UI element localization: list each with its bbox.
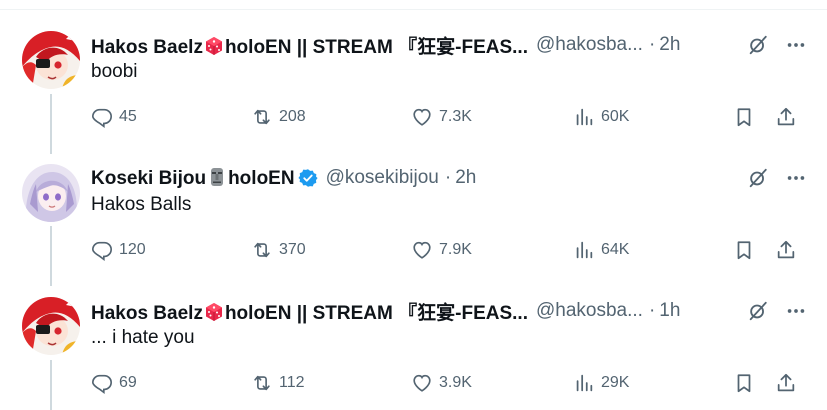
- retweet-button[interactable]: 370: [251, 238, 306, 262]
- views-count: 64K: [601, 241, 630, 258]
- grok-icon[interactable]: [747, 300, 769, 322]
- like-count: 3.9K: [439, 374, 472, 391]
- reply-button[interactable]: 120: [91, 238, 146, 262]
- tweet[interactable]: Hakos Baelz holoEN || STREAM 『狂宴-FEAS... …: [0, 297, 827, 410]
- avatar-image: [22, 31, 80, 89]
- tweet-header: Koseki Bijou holoEN @kosekibijou · 2h: [91, 165, 807, 191]
- more-icon[interactable]: [785, 167, 807, 189]
- like-count: 7.3K: [439, 108, 472, 125]
- retweet-count: 208: [279, 108, 306, 125]
- retweet-button[interactable]: 112: [251, 371, 305, 395]
- display-name[interactable]: Koseki Bijou holoEN: [91, 167, 295, 190]
- views-button[interactable]: 60K: [573, 105, 629, 129]
- separator-dot: ·: [444, 167, 452, 188]
- views-icon: [573, 372, 595, 394]
- views-button[interactable]: 29K: [573, 371, 629, 395]
- user-handle[interactable]: @hakosba...: [536, 300, 643, 322]
- user-handle[interactable]: @hakosba...: [536, 34, 643, 56]
- avatar[interactable]: [22, 164, 80, 222]
- retweet-icon: [251, 106, 273, 128]
- reply-icon: [91, 106, 113, 128]
- dice-emoji: [204, 36, 224, 56]
- views-button[interactable]: 64K: [573, 238, 629, 262]
- share-icon: [775, 372, 797, 394]
- avatar-image: [22, 297, 80, 355]
- share-icon: [775, 239, 797, 261]
- retweet-icon: [251, 372, 273, 394]
- retweet-button[interactable]: 208: [251, 105, 306, 129]
- like-count: 7.9K: [439, 241, 472, 258]
- like-icon: [411, 106, 433, 128]
- separator-dot: ·: [648, 300, 656, 321]
- bookmark-icon: [733, 106, 755, 128]
- share-button[interactable]: [775, 105, 797, 129]
- views-count: 29K: [601, 374, 630, 391]
- reply-button[interactable]: 69: [91, 371, 137, 395]
- bookmark-icon: [733, 372, 755, 394]
- timestamp[interactable]: 2h: [455, 167, 476, 189]
- tweet[interactable]: Koseki Bijou holoEN @kosekibijou · 2h Hak…: [0, 164, 827, 274]
- divider-top: [0, 9, 827, 10]
- moai-emoji: [207, 167, 227, 187]
- action-bar: 69 112 3.9K 29K: [91, 371, 807, 395]
- views-count: 60K: [601, 108, 630, 125]
- like-icon: [411, 372, 433, 394]
- timestamp[interactable]: 1h: [659, 300, 680, 322]
- share-icon: [775, 106, 797, 128]
- like-button[interactable]: 7.9K: [411, 238, 472, 262]
- more-icon[interactable]: [785, 300, 807, 322]
- grok-icon[interactable]: [747, 34, 769, 56]
- like-icon: [411, 239, 433, 261]
- verified-badge-icon: [298, 168, 318, 188]
- avatar[interactable]: [22, 297, 80, 355]
- reply-button[interactable]: 45: [91, 105, 137, 129]
- tweet-header: Hakos Baelz holoEN || STREAM 『狂宴-FEAS... …: [91, 298, 807, 324]
- grok-icon[interactable]: [747, 167, 769, 189]
- like-button[interactable]: 3.9K: [411, 371, 472, 395]
- display-name[interactable]: Hakos Baelz holoEN || STREAM 『狂宴-FEAS...: [91, 298, 528, 325]
- views-icon: [573, 106, 595, 128]
- separator-dot: ·: [648, 34, 656, 55]
- like-button[interactable]: 7.3K: [411, 105, 472, 129]
- tweet[interactable]: Hakos Baelz holoEN || STREAM 『狂宴-FEAS... …: [0, 31, 827, 141]
- dice-emoji: [204, 302, 224, 322]
- reply-count: 120: [119, 241, 146, 258]
- share-button[interactable]: [775, 371, 797, 395]
- reply-count: 45: [119, 108, 137, 125]
- reply-icon: [91, 239, 113, 261]
- reply-count: 69: [119, 374, 137, 391]
- avatar[interactable]: [22, 31, 80, 89]
- bookmark-button[interactable]: [733, 238, 755, 262]
- user-handle[interactable]: @kosekibijou: [326, 167, 439, 189]
- tweet-text: ... i hate you: [91, 327, 195, 348]
- bookmark-button[interactable]: [733, 371, 755, 395]
- avatar-image: [22, 164, 80, 222]
- retweet-count: 112: [279, 374, 305, 391]
- tweet-text: boobi: [91, 61, 138, 82]
- display-name[interactable]: Hakos Baelz holoEN || STREAM 『狂宴-FEAS...: [91, 32, 528, 59]
- share-button[interactable]: [775, 238, 797, 262]
- action-bar: 120 370 7.9K 64K: [91, 238, 807, 262]
- tweet-text: Hakos Balls: [91, 194, 192, 215]
- more-icon[interactable]: [785, 34, 807, 56]
- bookmark-icon: [733, 239, 755, 261]
- retweet-icon: [251, 239, 273, 261]
- timestamp[interactable]: 2h: [659, 34, 680, 56]
- retweet-count: 370: [279, 241, 306, 258]
- reply-icon: [91, 372, 113, 394]
- views-icon: [573, 239, 595, 261]
- bookmark-button[interactable]: [733, 105, 755, 129]
- tweet-header: Hakos Baelz holoEN || STREAM 『狂宴-FEAS... …: [91, 32, 807, 58]
- action-bar: 45 208 7.3K 60K: [91, 105, 807, 129]
